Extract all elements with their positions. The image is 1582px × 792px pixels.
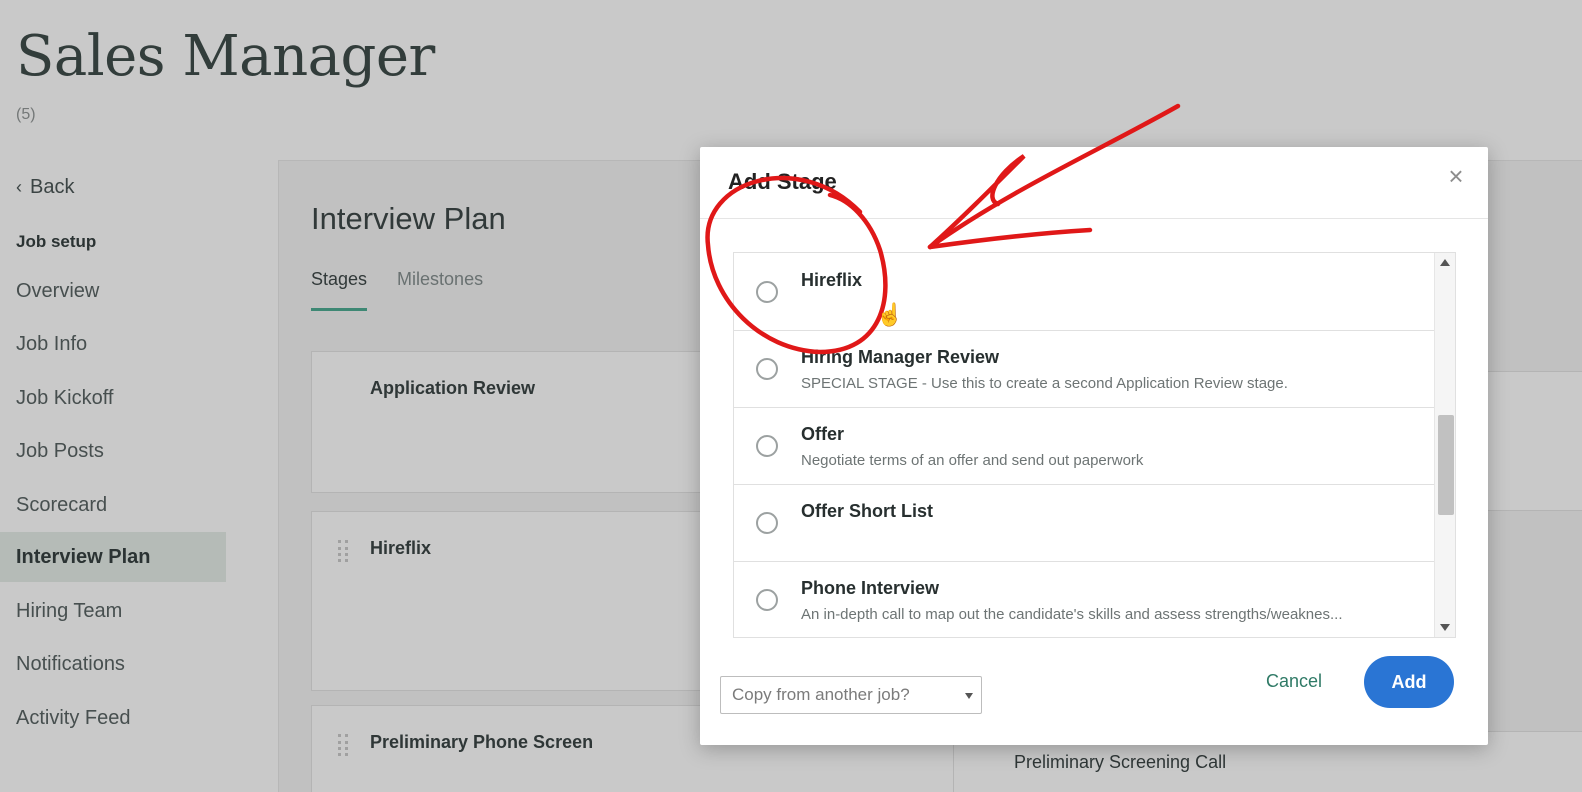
copy-select-placeholder: Copy from another job? [732,685,910,704]
radio-button[interactable] [756,589,778,611]
add-button[interactable]: Add [1364,656,1454,708]
scroll-up-arrow-icon[interactable] [1440,259,1450,266]
scroll-down-arrow-icon[interactable] [1440,624,1450,631]
radio-button[interactable] [756,435,778,457]
modal-title: Add Stage [728,169,837,194]
modal-header: Add Stage × [700,147,1488,219]
stage-option-name: Hireflix [801,270,863,290]
stage-option-list[interactable]: Hireflix Hiring Manager Review SPECIAL S… [733,252,1456,638]
stage-option[interactable]: Phone Interview An in-depth call to map … [734,561,1434,637]
stage-option-name: Phone Interview [801,578,940,598]
hand-pointer-icon: ☝ [876,302,904,327]
stage-option-name: Hiring Manager Review [801,347,1000,367]
scrollbar-thumb[interactable] [1438,415,1454,515]
stage-option-name: Offer Short List [801,501,934,521]
cancel-button[interactable]: Cancel [1266,671,1322,692]
stage-option-description: Negotiate terms of an offer and send out… [801,452,1144,469]
stage-option[interactable]: Hiring Manager Review SPECIAL STAGE - Us… [734,330,1434,408]
stage-option[interactable]: Offer Negotiate terms of an offer and se… [734,407,1434,485]
stage-option[interactable]: Offer Short List [734,484,1434,562]
add-stage-modal: Add Stage × Hireflix Hiring Manager Revi… [700,147,1488,745]
stage-option-name: Offer [801,424,845,444]
scrollbar[interactable] [1434,253,1455,637]
caret-down-icon [965,693,973,699]
stage-option-description: An in-depth call to map out the candidat… [801,606,1343,623]
radio-button[interactable] [756,358,778,380]
radio-button[interactable] [756,512,778,534]
stage-option[interactable]: Hireflix [734,253,1434,331]
close-icon[interactable]: × [1444,163,1468,189]
radio-button[interactable] [756,281,778,303]
copy-from-job-select[interactable]: Copy from another job? [720,676,982,714]
stage-option-description: SPECIAL STAGE - Use this to create a sec… [801,375,1288,392]
